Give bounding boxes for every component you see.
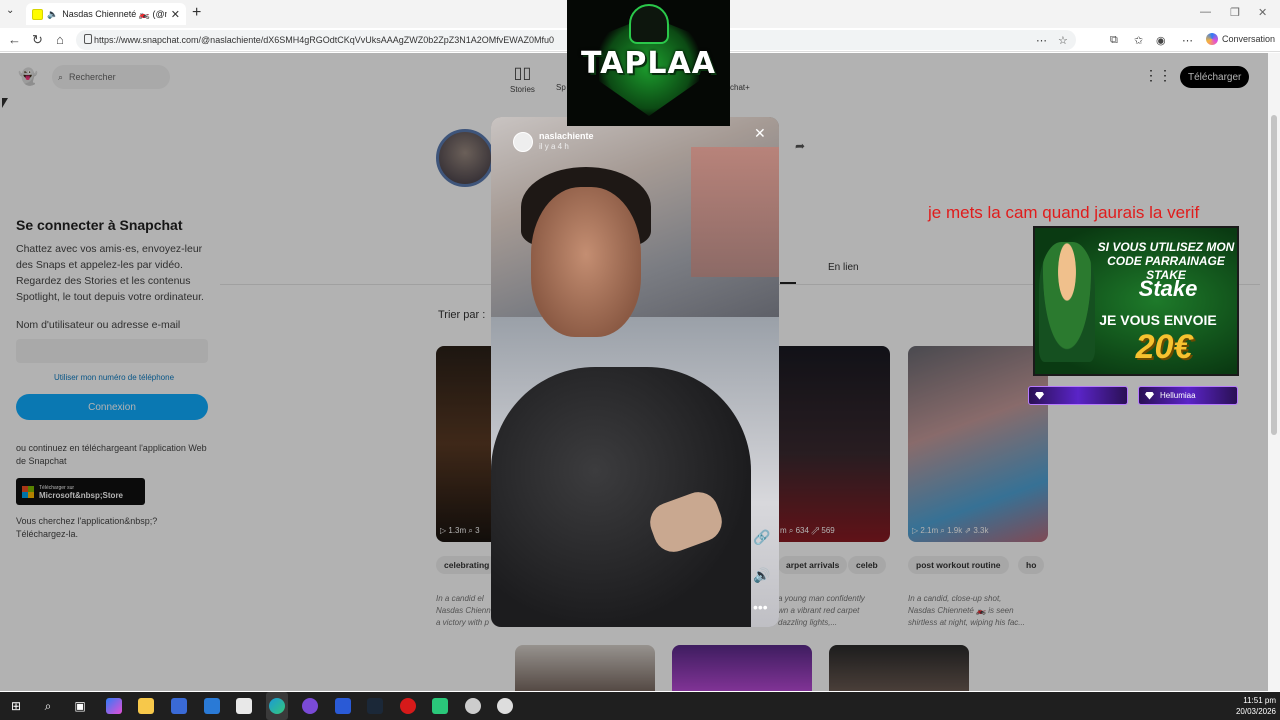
steam-icon[interactable] [367, 698, 383, 714]
mail-icon[interactable] [204, 698, 220, 714]
new-tab-button[interactable]: + [192, 4, 201, 22]
search-taskbar-icon[interactable]: ⌕ [40, 698, 56, 714]
scroll-thumb[interactable] [1271, 115, 1277, 435]
clock-date: 20/03/2026 [1235, 707, 1276, 716]
page-scrollbar[interactable] [1268, 53, 1280, 691]
favorites-icon[interactable]: ✩ [1134, 34, 1143, 47]
sound-icon[interactable]: 🔊 [753, 567, 770, 584]
app-icon[interactable] [335, 698, 351, 714]
start-icon[interactable]: ⊞ [8, 698, 24, 714]
subscriber-name: Hellumiaa [1160, 391, 1196, 400]
stream-message: je mets la cam quand jaurais la verif [928, 203, 1200, 222]
windows-taskbar [0, 692, 1280, 720]
more-options-icon[interactable]: ••• [753, 599, 768, 615]
cartoon-character-icon [1039, 242, 1095, 362]
story-time: il y a 4 h [539, 142, 569, 151]
system-clock[interactable]: 11:51 pm 20/03/2026 [1228, 695, 1276, 717]
stake-promo-amount: 20€ [1135, 328, 1193, 366]
copilot-taskbar-icon[interactable] [106, 698, 122, 714]
lock-icon[interactable] [84, 34, 92, 44]
story-username: naslachiente [539, 131, 594, 141]
file-explorer-icon[interactable] [138, 698, 154, 714]
taplaa-logo: TAPLAA [567, 0, 730, 126]
app-icon[interactable] [432, 698, 448, 714]
discord-icon[interactable] [302, 698, 318, 714]
taplaa-wordmark: TAPLAA [581, 46, 716, 81]
edge-icon[interactable] [269, 698, 285, 714]
tab-close-icon[interactable]: ✕ [171, 8, 180, 21]
back-icon[interactable]: ← [8, 32, 21, 47]
story-author[interactable]: naslachiente il y a 4 h [513, 131, 594, 152]
diamond-icon [1035, 391, 1044, 400]
reader-icon[interactable]: ⋯ [1036, 34, 1047, 47]
mouse-cursor [2, 98, 8, 108]
window-close-icon[interactable]: ✕ [1258, 6, 1267, 19]
opera-icon[interactable] [400, 698, 416, 714]
task-view-icon[interactable]: ▣ [72, 698, 88, 714]
app-icon[interactable] [465, 698, 481, 714]
story-author-avatar [513, 131, 533, 152]
restore-icon[interactable]: ❐ [1230, 6, 1240, 19]
favorite-star-icon[interactable]: ☆ [1058, 34, 1068, 47]
home-icon[interactable]: ⌂ [56, 32, 64, 47]
minimize-icon[interactable]: — [1200, 6, 1211, 18]
subscriber-bar: Hellumiaa [1138, 386, 1238, 405]
link-icon[interactable]: 🔗 [753, 529, 770, 546]
tab-actions-icon[interactable]: ⌄ [6, 5, 14, 16]
refresh-icon[interactable]: ↻ [32, 32, 43, 48]
tab-title: Nasdas Chienneté 🏍️ (@nasla [62, 8, 167, 19]
stake-promo-line2: JE VOUS ENVOIE [1099, 312, 1217, 328]
subscriber-bar [1028, 386, 1128, 405]
more-icon[interactable]: ⋯ [1182, 34, 1193, 47]
close-icon[interactable]: ✕ [754, 125, 766, 142]
notepad-icon[interactable] [236, 698, 252, 714]
app-icon[interactable] [497, 698, 513, 714]
snapchat-favicon-icon [32, 8, 43, 20]
copilot-icon [1206, 33, 1218, 45]
conversation-label: Conversation [1222, 34, 1276, 44]
extensions-icon[interactable]: ⧉ [1110, 34, 1118, 47]
diamond-icon [1145, 391, 1154, 400]
story-building [691, 147, 779, 277]
stake-promo-banner: SI VOUS UTILISEZ MON CODE PARRAINAGE STA… [1033, 226, 1239, 376]
profile-icon[interactable]: ◉ [1156, 34, 1166, 47]
hooded-figure-icon [629, 4, 669, 44]
story-person-face [531, 187, 641, 337]
stake-logo: Stake [1138, 276, 1198, 301]
story-viewer[interactable]: naslachiente il y a 4 h ✕ 🔗 🔊 ••• [491, 117, 779, 627]
browser-tab[interactable]: 🔈 Nasdas Chienneté 🏍️ (@nasla ✕ [26, 3, 186, 25]
speaker-icon[interactable]: 🔈 [47, 9, 58, 20]
store-icon[interactable] [171, 698, 187, 714]
conversation-button[interactable]: Conversation [1206, 33, 1275, 45]
clock-time: 11:51 pm [1243, 696, 1276, 705]
